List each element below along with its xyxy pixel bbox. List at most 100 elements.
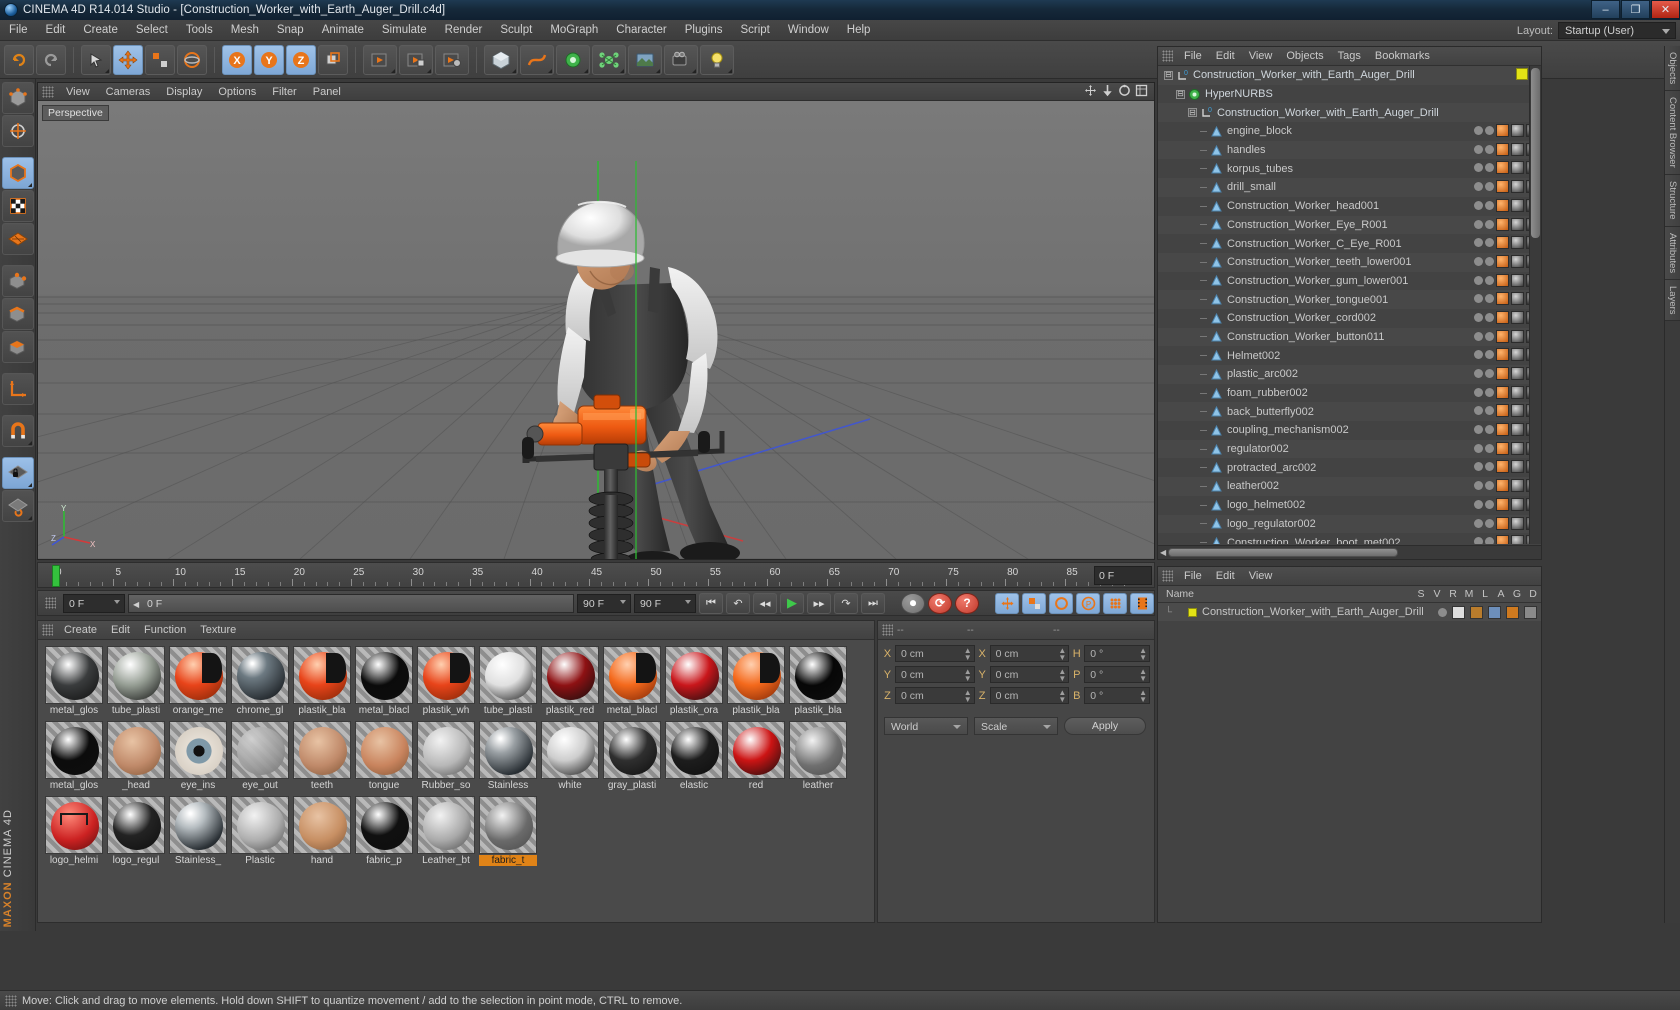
object-tree-horizontal-scrollbar[interactable]: ◀ [1158,545,1541,559]
menu-script[interactable]: Script [731,20,778,41]
visibility-dot[interactable] [1474,200,1483,210]
layout-dropdown[interactable]: Startup (User) [1558,22,1676,39]
material-tag-icon-a[interactable] [1496,479,1509,493]
material-tag-icon-a[interactable] [1496,236,1509,250]
object-tree-row[interactable]: drill_small [1158,178,1541,197]
add-spline-object-button[interactable] [520,44,554,75]
visibility-dot[interactable] [1474,331,1483,341]
play-button[interactable]: ▶ [780,592,804,614]
apply-button[interactable]: Apply [1064,717,1146,735]
object-tree[interactable]: ⊟ 0 Construction_Worker_with_Earth_Auger_D… [1158,66,1541,544]
object-manager-grip-icon[interactable] [1162,50,1173,62]
object-tree-row[interactable]: Construction_Worker_gum_lower001 [1158,271,1541,291]
material-tag-icon-a[interactable] [1496,161,1509,175]
visibility-dot[interactable] [1474,182,1483,192]
material-swatch[interactable]: white [540,721,600,791]
object-tree-row[interactable]: korpus_tubes [1158,159,1541,179]
object-tree-row[interactable]: Construction_Worker_boot_met002 [1158,533,1541,544]
object-tree-row[interactable]: Construction_Worker_C_Eye_R001 [1158,234,1541,253]
viewport-menu-cameras[interactable]: Cameras [98,83,159,101]
material-menu-create[interactable]: Create [57,621,104,640]
menu-snap[interactable]: Snap [268,20,313,41]
object-tree-row[interactable]: plastic_arc002 [1158,365,1541,384]
timeline-ruler[interactable]: 051015202530354045505560657075808590 0 F [37,562,1155,588]
object-tree-row[interactable]: Construction_Worker_Eye_R001 [1158,215,1541,235]
material-preview[interactable] [45,646,103,704]
material-swatch[interactable]: fabric_p [354,796,414,866]
material-tag-icon-a[interactable] [1496,124,1509,138]
material-tag-icon-a[interactable] [1496,142,1509,156]
material-tag-icon-b[interactable] [1511,497,1524,511]
viewport-menu-filter[interactable]: Filter [264,83,304,101]
visibility-dot[interactable] [1474,144,1483,154]
material-swatch[interactable]: eye_ins [168,721,228,791]
material-tag-icon-b[interactable] [1511,385,1524,399]
size-mode-dropdown[interactable]: Scale [974,717,1058,735]
material-tag-icon-b[interactable] [1511,329,1524,343]
material-preview[interactable] [169,646,227,704]
menu-create[interactable]: Create [74,20,127,41]
menu-sculpt[interactable]: Sculpt [491,20,541,41]
material-preview[interactable] [479,796,537,854]
timeline-playhead[interactable] [52,565,60,587]
add-light-object-button[interactable] [700,44,734,75]
goto-end-button[interactable]: ⏭ [861,592,885,614]
material-tag-icon-a[interactable] [1496,254,1509,268]
row-display-icon[interactable] [1452,605,1465,619]
visibility-dot[interactable] [1474,312,1483,322]
object-menu-view[interactable]: View [1242,47,1280,66]
material-swatch-grid[interactable]: metal_glos tube_plasti orange_me chrome_gl p… [38,640,874,922]
material-swatch[interactable]: Stainless [478,721,538,791]
menu-animate[interactable]: Animate [313,20,373,41]
object-tree-row[interactable]: engine_block [1158,122,1541,141]
visibility-dot-2[interactable] [1485,238,1494,248]
status-bar-grip-icon[interactable] [5,994,17,1007]
attribute-menu-file[interactable]: File [1177,567,1209,586]
rotation-field-B[interactable]: 0 ° ▲ ▼ [1084,687,1150,704]
scroll-left-arrow-icon[interactable]: ◀ [1160,548,1166,557]
row-tag-icon-2[interactable] [1488,605,1501,619]
visibility-dot-2[interactable] [1485,369,1494,378]
size-field-X[interactable]: 0 cm ▲ ▼ [989,645,1070,662]
material-tag-icon-b[interactable] [1511,535,1524,544]
right-tab-layers[interactable]: Layers [1665,279,1680,322]
visibility-dot[interactable] [1474,256,1483,266]
viewport-menu-view[interactable]: View [58,83,98,101]
visibility-dot-2[interactable] [1485,387,1494,397]
material-swatch[interactable]: elastic [664,721,724,791]
material-swatch[interactable]: tube_plasti [106,646,166,716]
visibility-dot[interactable] [1474,425,1483,435]
object-tree-row[interactable]: foam_rubber002 [1158,383,1541,403]
object-tree-row[interactable]: Construction_Worker_button011 [1158,327,1541,347]
visibility-dot[interactable] [1474,537,1483,544]
tree-expander-icon[interactable]: ⊟ [1188,108,1197,118]
visibility-dot[interactable] [1474,369,1483,378]
object-tree-row[interactable]: ⊟HyperNURBS✓ [1158,84,1541,104]
material-tag-icon-b[interactable] [1511,423,1524,437]
object-menu-bookmarks[interactable]: Bookmarks [1368,47,1437,66]
material-tag-icon-a[interactable] [1496,460,1509,474]
material-preview[interactable] [789,721,847,779]
axis-mode-button[interactable] [2,115,34,147]
material-preview[interactable] [727,721,785,779]
material-tag-icon-a[interactable] [1496,310,1509,324]
snap-magnet-button[interactable] [2,415,34,447]
material-menu-function[interactable]: Function [137,621,193,640]
object-menu-edit[interactable]: Edit [1209,47,1242,66]
material-tag-icon-a[interactable] [1496,329,1509,343]
object-tree-row[interactable]: logo_regulator002 [1158,514,1541,534]
material-tag-icon-b[interactable] [1511,254,1524,268]
transport-grip-icon[interactable] [45,597,56,609]
material-swatch[interactable]: hand [292,796,352,866]
material-tag-icon-a[interactable] [1496,198,1509,212]
material-preview[interactable] [169,721,227,779]
coordinate-system-dropdown[interactable]: World [884,717,968,735]
material-preview[interactable] [355,721,413,779]
material-swatch[interactable]: Rubber_so [416,721,476,791]
material-tag-icon-a[interactable] [1496,292,1509,306]
maximize-button[interactable]: ❐ [1621,0,1650,19]
material-tag-icon-b[interactable] [1511,460,1524,474]
material-preview[interactable] [603,646,661,704]
right-tab-content-browser[interactable]: Content Browser [1665,91,1680,175]
rotation-field-H[interactable]: 0 ° ▲ ▼ [1084,645,1150,662]
